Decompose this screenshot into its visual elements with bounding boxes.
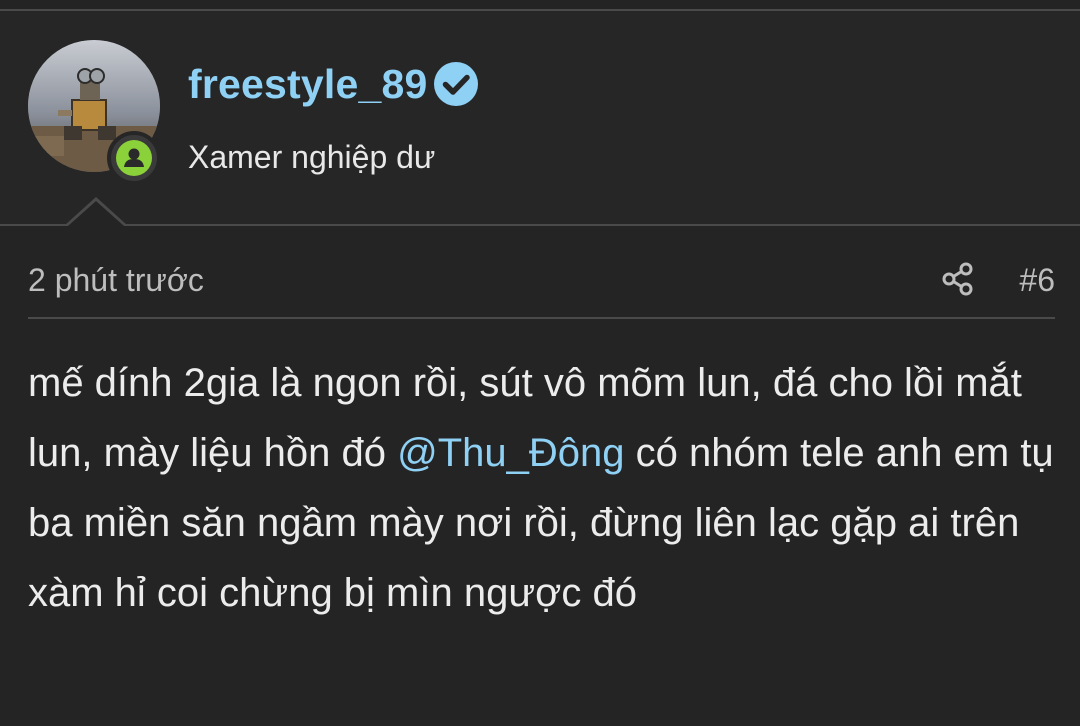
- online-status-badge: [107, 131, 161, 185]
- avatar-container[interactable]: [28, 40, 161, 185]
- user-header: freestyle_89 Xamer nghiệp dư: [0, 11, 1080, 225]
- verified-check-icon: [434, 62, 479, 106]
- online-user-icon: [116, 140, 152, 176]
- header-divider: [0, 224, 1080, 226]
- post-number-link[interactable]: #6: [1019, 262, 1055, 299]
- user-mention-link[interactable]: @Thu_Đông: [397, 431, 624, 475]
- meta-divider: [28, 317, 1055, 319]
- share-icon[interactable]: [940, 261, 976, 297]
- post-meta-row: 2 phút trước #6: [28, 258, 1055, 304]
- post-body: mế dính 2gia là ngon rồi, sút vô mõm lun…: [28, 348, 1058, 628]
- header-pointer-fill: [68, 201, 124, 226]
- username-row: freestyle_89: [188, 51, 479, 117]
- user-title: Xamer nghiệp dư: [188, 139, 436, 175]
- username-link[interactable]: freestyle_89: [188, 61, 427, 108]
- post-timestamp[interactable]: 2 phút trước: [28, 262, 204, 299]
